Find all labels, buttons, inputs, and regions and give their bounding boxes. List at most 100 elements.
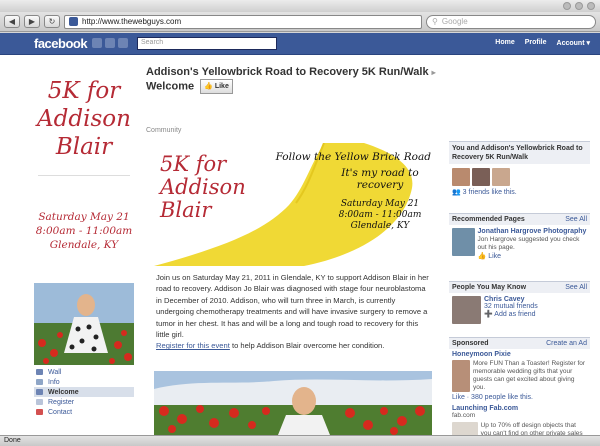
description-text: Join us on Saturday May 21, 2011 in Glen…	[156, 273, 429, 340]
page-title-link[interactable]: Addison's Yellowbrick Road to Recovery 5…	[146, 66, 429, 78]
browser-toolbar: ◀ ▶ ↻ http://www.thewebguys.com ⚲ Google	[0, 12, 600, 32]
facebook-logo[interactable]: facebook	[34, 36, 88, 51]
recommended-item: Jonathan Hargrove Photography Jon Hargro…	[449, 225, 590, 263]
address-bar[interactable]: http://www.thewebguys.com	[64, 14, 422, 29]
facebook-header: facebook Search Home Profile Account ▾	[0, 33, 600, 55]
poster-place: Glendale, KY	[49, 239, 119, 251]
wall-icon	[36, 369, 43, 375]
tab-info[interactable]: Info	[34, 377, 134, 387]
poster-title: 5K for Addison Blair	[37, 78, 131, 160]
tab-register[interactable]: Register	[34, 397, 134, 407]
recommended-like[interactable]: 👍 Like	[478, 252, 587, 260]
ad1-title[interactable]: Honeymoon Pixie	[449, 349, 590, 358]
register-rest: to help Addison Blair overcome her condi…	[229, 341, 385, 351]
page-category: Community	[146, 127, 182, 134]
ad1-image[interactable]	[452, 360, 470, 392]
recommended-header: Recommended Pages See All	[449, 213, 590, 225]
sponsored-header: Sponsored Create an Ad	[449, 337, 590, 349]
title-arrow-icon: ▸	[431, 68, 436, 77]
recommended-pages-box: Recommended Pages See All Jonathan Hargro…	[449, 213, 590, 263]
status-bar: Done	[0, 435, 600, 446]
register-icon	[36, 399, 43, 405]
nav-profile[interactable]: Profile	[525, 39, 547, 47]
page-thumbnail[interactable]	[452, 228, 475, 256]
banner-date: Saturday May 21	[340, 199, 420, 209]
pymk-item: Chris Cavey 32 mutual friends ➕ Add as f…	[449, 293, 590, 327]
pymk-header: People You May Know See All	[449, 281, 590, 293]
minimize-button[interactable]	[563, 2, 571, 10]
profile-poster[interactable]: 5K for Addison Blair Saturday May 21 8:0…	[34, 55, 134, 365]
recommended-name[interactable]: Jonathan Hargrove Photography	[478, 228, 587, 236]
pymk-name[interactable]: Chris Cavey	[484, 296, 538, 303]
page-tabs-menu: Wall Info Welcome Register Contact	[34, 367, 134, 417]
banner-line2: It's my road to recovery	[341, 167, 419, 191]
welcome-banner: 5K for Addison Blair Follow the Yellow B…	[154, 143, 432, 266]
right-sidebar: You and Addison's Yellowbrick Road to Re…	[449, 55, 590, 435]
ad2-title[interactable]: Launching Fab.com	[449, 401, 590, 412]
ad1-body: More FUN Than a Toaster! Register for me…	[449, 358, 590, 394]
ad2-body: Up to 70% off design objects that you ca…	[449, 420, 590, 435]
banner-place: Glendale, KY	[350, 221, 410, 231]
friends-icon: 👥	[452, 189, 461, 196]
contact-icon	[36, 409, 43, 415]
page-subtitle: Welcome	[146, 80, 195, 93]
see-all-link[interactable]: See All	[565, 216, 587, 223]
reload-icon[interactable]: ↻	[44, 15, 60, 28]
search-box[interactable]: ⚲ Google	[426, 14, 596, 29]
browser-window: ◀ ▶ ↻ http://www.thewebguys.com ⚲ Google…	[0, 0, 600, 446]
left-column: 5K for Addison Blair Saturday May 21 8:0…	[34, 55, 134, 435]
register-link[interactable]: Register for this event	[156, 341, 230, 350]
messages-icon[interactable]	[105, 38, 115, 48]
nav-account[interactable]: Account ▾	[557, 39, 590, 47]
create-ad-link[interactable]: Create an Ad	[546, 340, 587, 347]
see-all-link[interactable]: See All	[565, 284, 587, 291]
back-arrow-icon[interactable]: ◀	[4, 15, 20, 28]
tab-welcome[interactable]: Welcome	[34, 387, 134, 397]
ad1-text: More FUN Than a Toaster! Register for me…	[472, 360, 586, 391]
tab-contact[interactable]: Contact	[34, 407, 134, 417]
search-icon: ⚲	[432, 17, 438, 26]
friend-requests-icon[interactable]	[92, 38, 102, 48]
poppy-field-photo	[154, 371, 432, 435]
add-friend-icon: ➕	[484, 311, 493, 318]
fb-top-nav: Home Profile Account ▾	[495, 39, 590, 47]
add-friend-link[interactable]: ➕ Add as friend	[484, 310, 538, 318]
notifications-icon[interactable]	[118, 38, 128, 48]
recommended-desc: Jon Hargrove suggested you check out his…	[477, 236, 580, 251]
ad2-image[interactable]	[452, 422, 478, 435]
banner-title: 5K for Addison Blair	[160, 152, 246, 222]
poster-photo	[34, 283, 134, 365]
friends-like-link[interactable]: 👥 3 friends like this.	[449, 188, 590, 196]
avatar[interactable]	[492, 168, 510, 186]
tab-wall[interactable]: Wall	[34, 367, 134, 377]
poster-divider	[38, 175, 130, 176]
avatar[interactable]	[452, 296, 481, 324]
ad2-text: Up to 70% off design objects that you ca…	[480, 422, 583, 435]
sponsored-box: Sponsored Create an Ad Honeymoon Pixie Mo…	[449, 337, 590, 435]
ad2-domain: fab.com	[452, 412, 476, 419]
notification-icons	[92, 38, 128, 48]
mutual-friends-link[interactable]: 32 mutual friends	[484, 303, 538, 310]
favicon-icon	[69, 17, 78, 26]
avatar[interactable]	[472, 168, 490, 186]
forward-arrow-icon[interactable]: ▶	[24, 15, 40, 28]
close-button[interactable]	[587, 2, 595, 10]
ad1-like[interactable]: Like · 380 people like this.	[449, 394, 590, 401]
page-viewport: facebook Search Home Profile Account ▾ 5…	[0, 33, 600, 435]
zoom-button[interactable]	[575, 2, 583, 10]
poster-date: Saturday May 21	[38, 211, 130, 223]
fan-avatars	[449, 164, 590, 188]
banner-line1: Follow the Yellow Brick Road	[275, 151, 431, 163]
search-placeholder: Google	[441, 17, 468, 26]
main-content: Addison's Yellowbrick Road to Recovery 5…	[146, 55, 438, 435]
poster-time: 8:00am - 11:00am	[35, 225, 133, 237]
avatar[interactable]	[452, 168, 470, 186]
title-bar	[0, 0, 600, 12]
fans-box: You and Addison's Yellowbrick Road to Re…	[449, 141, 590, 196]
fb-search-input[interactable]: Search	[137, 37, 277, 50]
page-title: Addison's Yellowbrick Road to Recovery 5…	[146, 66, 438, 94]
window-controls	[563, 2, 595, 10]
nav-home[interactable]: Home	[495, 39, 514, 47]
like-button[interactable]: 👍 Like	[200, 79, 233, 94]
banner-time: 8:00am - 11:00am	[338, 210, 422, 220]
